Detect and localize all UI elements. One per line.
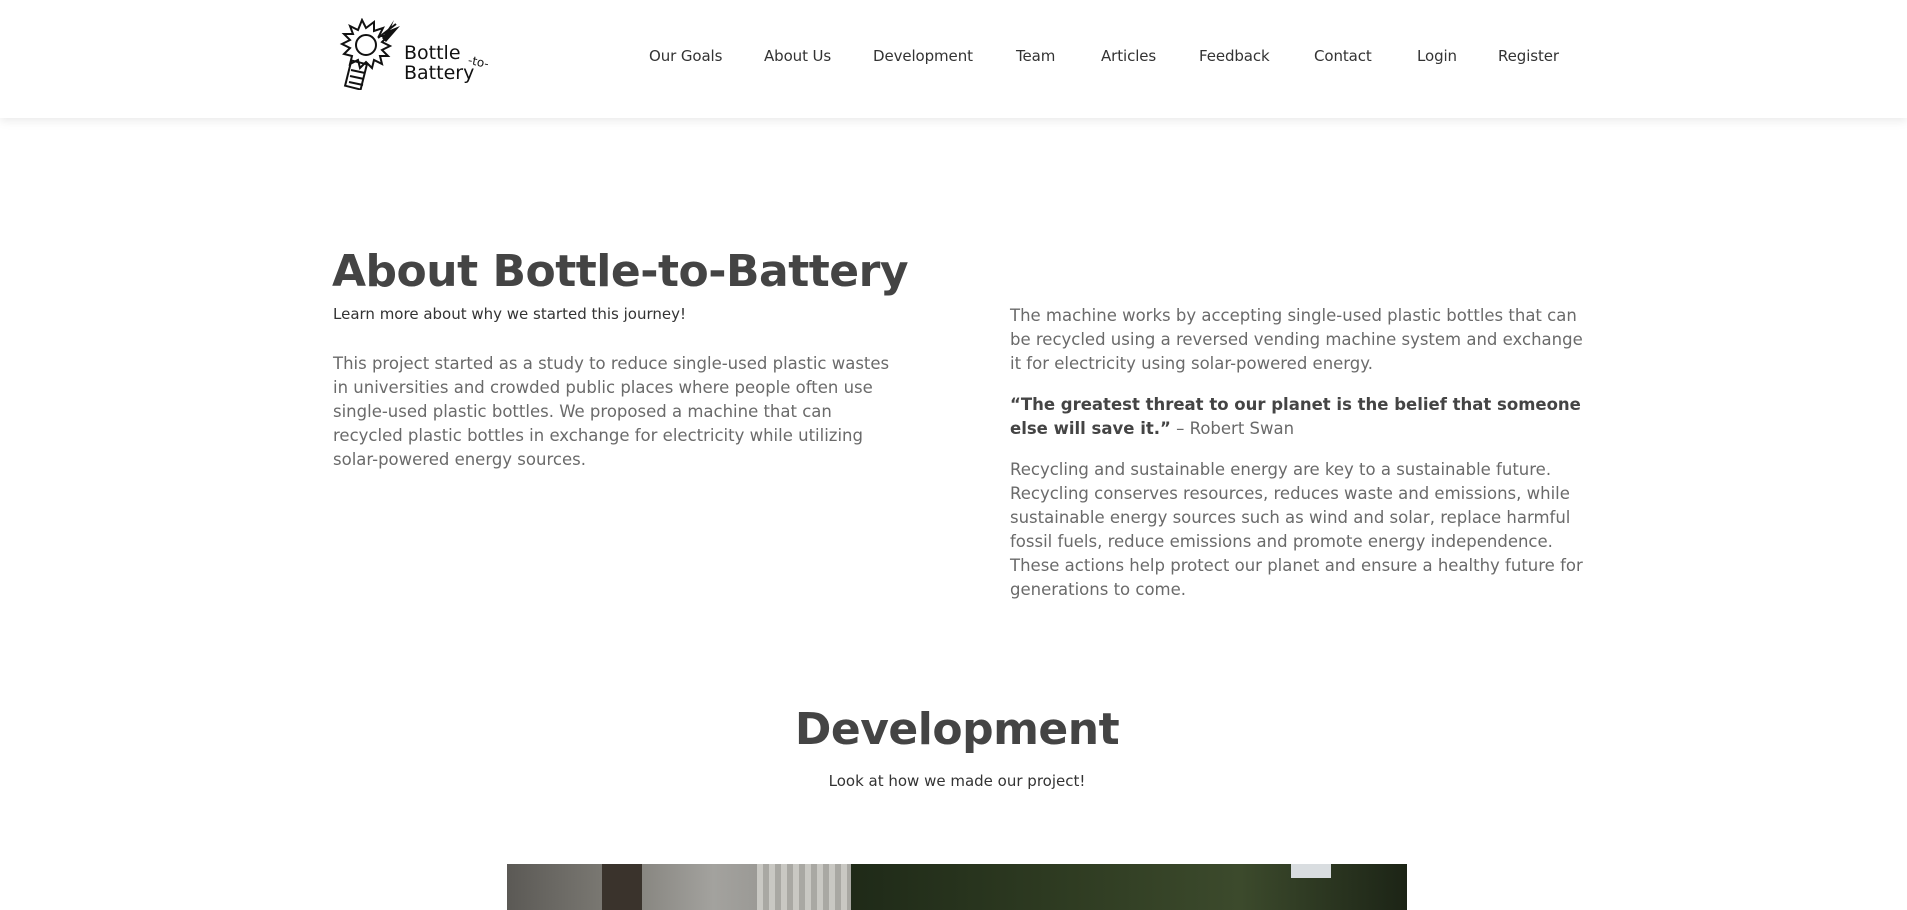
nav-development[interactable]: Development	[873, 46, 973, 66]
development-title: Development	[794, 704, 1120, 755]
development-photo	[507, 864, 1407, 910]
logo-text-battery: Battery	[404, 62, 475, 84]
about-title: About Bottle-to-Battery	[332, 246, 909, 297]
site-header: Bottle Battery -to- Our Goals About Us D…	[0, 0, 1907, 118]
quote-block: “The greatest threat to our planet is th…	[1010, 393, 1585, 441]
about-subtitle: Learn more about why we started this jou…	[333, 305, 687, 323]
nav-our-goals[interactable]: Our Goals	[649, 46, 722, 66]
development-photo-left	[507, 864, 851, 910]
about-details-column: The machine works by accepting single-us…	[1010, 304, 1585, 602]
nav-feedback[interactable]: Feedback	[1199, 46, 1270, 66]
about-intro-paragraph: This project started as a study to reduc…	[333, 354, 890, 469]
quote-author: – Robert Swan	[1170, 419, 1295, 438]
development-subtitle: Look at how we made our project!	[828, 772, 1086, 790]
sustainability-paragraph: Recycling and sustainable energy are key…	[1010, 460, 1583, 599]
nav-articles[interactable]: Articles	[1101, 46, 1156, 66]
main-navigation: Our Goals About Us Development Team Arti…	[0, 46, 1907, 66]
nav-login[interactable]: Login	[1417, 46, 1457, 66]
development-photo-right	[851, 864, 1407, 910]
nav-team[interactable]: Team	[1016, 46, 1055, 66]
nav-contact[interactable]: Contact	[1314, 46, 1372, 66]
nav-register[interactable]: Register	[1498, 46, 1559, 66]
quote-text: “The greatest threat to our planet is th…	[1010, 395, 1581, 438]
machine-description-paragraph: The machine works by accepting single-us…	[1010, 306, 1583, 373]
nav-about-us[interactable]: About Us	[764, 46, 831, 66]
